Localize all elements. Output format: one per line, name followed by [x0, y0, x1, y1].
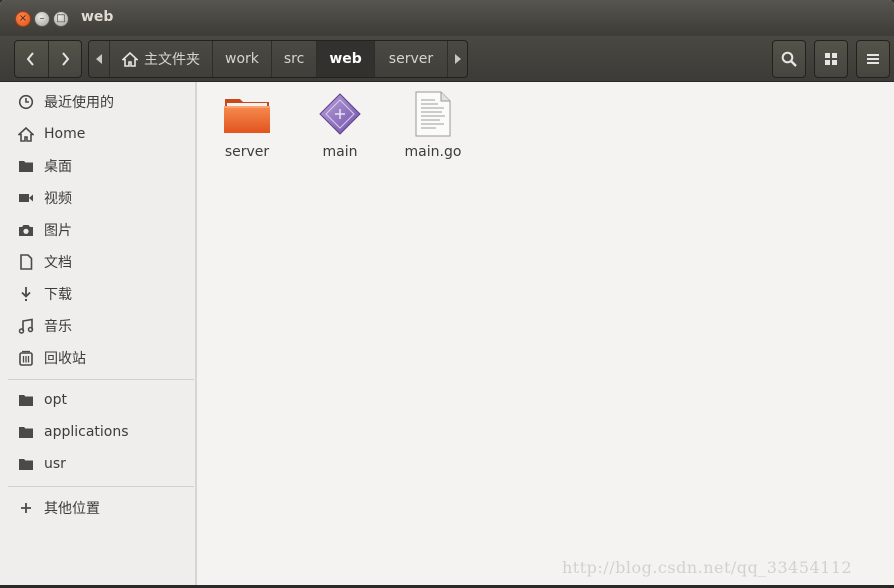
grid-view-icon: [825, 53, 837, 65]
breadcrumb-scroll-left[interactable]: [89, 41, 110, 77]
trash-icon: [18, 350, 34, 366]
file-name: main: [322, 144, 358, 160]
sidebar-item-label: usr: [44, 456, 66, 472]
file-item-main[interactable]: main: [295, 90, 385, 160]
executable-diamond-icon: [313, 90, 367, 138]
clock-icon: [18, 94, 34, 110]
forward-button[interactable]: [47, 41, 82, 77]
orange-folder-icon: [220, 90, 274, 138]
maximize-window-button[interactable]: □: [53, 11, 69, 27]
title-bar: × – □ web: [0, 0, 894, 36]
sidebar-item-downloads[interactable]: 下载: [0, 278, 195, 310]
document-icon: [18, 254, 34, 270]
sidebar-item-videos[interactable]: 视频: [0, 182, 195, 214]
toolbar: 主文件夹 work src web server: [0, 36, 894, 82]
file-view: server main main.go: [197, 82, 894, 585]
camera-icon: [18, 222, 34, 238]
nav-buttons: [14, 40, 82, 78]
triangle-left-icon: [96, 54, 102, 64]
sidebar-item-label: 下载: [44, 287, 72, 303]
search-icon: [781, 51, 797, 67]
sidebar: 最近使用的 Home 桌面 视频 图片 文档 下载 音乐 回收站 opt app…: [0, 82, 197, 585]
sidebar-item-label: 文档: [44, 255, 72, 271]
menu-button[interactable]: [856, 40, 890, 78]
sidebar-item-label: 最近使用的: [44, 95, 114, 111]
sidebar-item-desktop[interactable]: 桌面: [0, 150, 195, 182]
sidebar-divider: [8, 379, 194, 380]
sidebar-item-label: 桌面: [44, 159, 72, 175]
triangle-right-icon: [455, 54, 462, 64]
sidebar-item-other-locations[interactable]: 其他位置: [0, 492, 195, 524]
folder-icon: [18, 424, 34, 440]
folder-icon: [18, 392, 34, 408]
chevron-left-icon: [26, 52, 35, 66]
sidebar-item-label: 视频: [44, 191, 72, 207]
sidebar-item-documents[interactable]: 文档: [0, 246, 195, 278]
folder-icon: [18, 158, 34, 174]
file-manager-window: × – □ web 主文件夹 work src web server 最近使用的…: [0, 0, 894, 585]
sidebar-item-label: 图片: [44, 223, 72, 239]
breadcrumb-web[interactable]: web: [317, 41, 375, 77]
file-name: main.go: [404, 144, 462, 160]
sidebar-item-trash[interactable]: 回收站: [0, 342, 195, 374]
chevron-right-icon: [61, 52, 70, 66]
sidebar-divider: [8, 486, 194, 487]
file-name: server: [224, 144, 270, 160]
sidebar-item-label: Home: [44, 126, 86, 142]
window-title: web: [81, 9, 114, 25]
breadcrumb-home[interactable]: 主文件夹: [110, 41, 213, 77]
download-icon: [18, 286, 34, 302]
sidebar-item-label: 音乐: [44, 319, 72, 335]
breadcrumb-scroll-right[interactable]: [448, 41, 467, 77]
home-icon: [122, 51, 138, 67]
folder-icon: [18, 456, 34, 472]
breadcrumb-server[interactable]: server: [375, 41, 449, 77]
breadcrumb-home-label: 主文件夹: [144, 52, 200, 68]
text-file-icon: [406, 90, 460, 138]
hamburger-menu-icon: [867, 54, 879, 64]
breadcrumb-src[interactable]: src: [272, 41, 318, 77]
breadcrumb: 主文件夹 work src web server: [88, 40, 468, 78]
minimize-window-button[interactable]: –: [34, 11, 50, 27]
plus-icon: [18, 500, 34, 516]
watermark: http://blog.csdn.net/qq_33454112: [562, 558, 853, 577]
close-window-button[interactable]: ×: [15, 11, 31, 27]
video-icon: [18, 190, 34, 206]
sidebar-bookmark-usr[interactable]: usr: [0, 448, 195, 480]
music-icon: [18, 318, 34, 334]
home-icon: [18, 126, 34, 142]
back-button[interactable]: [15, 41, 48, 77]
sidebar-item-music[interactable]: 音乐: [0, 310, 195, 342]
sidebar-item-label: 回收站: [44, 351, 86, 367]
breadcrumb-work[interactable]: work: [213, 41, 272, 77]
sidebar-item-home[interactable]: Home: [0, 118, 195, 150]
sidebar-bookmark-applications[interactable]: applications: [0, 416, 195, 448]
search-button[interactable]: [772, 40, 806, 78]
file-item-server[interactable]: server: [202, 90, 292, 160]
sidebar-item-label: 其他位置: [44, 501, 100, 517]
sidebar-item-pictures[interactable]: 图片: [0, 214, 195, 246]
sidebar-item-label: opt: [44, 392, 67, 408]
view-toggle-button[interactable]: [814, 40, 848, 78]
file-item-main-go[interactable]: main.go: [388, 90, 478, 160]
sidebar-item-label: applications: [44, 424, 129, 440]
sidebar-bookmark-opt[interactable]: opt: [0, 384, 195, 416]
sidebar-item-recent[interactable]: 最近使用的: [0, 86, 195, 118]
